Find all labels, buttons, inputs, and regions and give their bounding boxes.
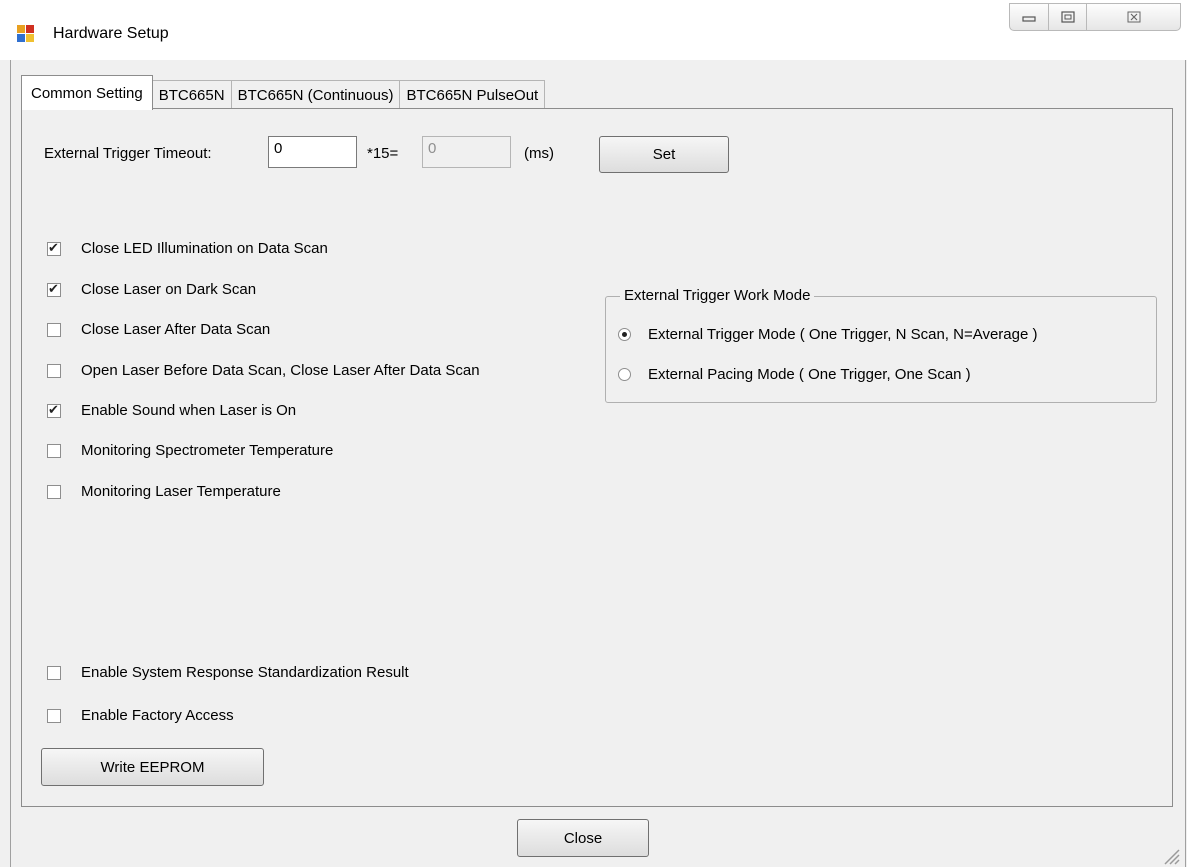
checkbox-monitor-spectrometer-temp[interactable]: Monitoring Spectrometer Temperature	[47, 442, 333, 459]
checkbox-label: Monitoring Laser Temperature	[81, 483, 281, 500]
minimize-button[interactable]	[1009, 3, 1049, 31]
checkbox-box[interactable]	[47, 443, 61, 458]
checkbox-close-laser-dark[interactable]: Close Laser on Dark Scan	[47, 281, 256, 298]
trigger-mode-group-title: External Trigger Work Mode	[620, 287, 815, 304]
write-eeprom-button[interactable]: Write EEPROM	[41, 748, 264, 786]
title-bar[interactable]: Hardware Setup	[0, 0, 1187, 60]
tab-btc665n-pulseout[interactable]: BTC665N PulseOut	[399, 80, 546, 110]
checkbox-close-laser-after[interactable]: Close Laser After Data Scan	[47, 321, 270, 338]
checkbox-monitor-laser-temp[interactable]: Monitoring Laser Temperature	[47, 483, 281, 500]
maximize-icon	[1060, 11, 1075, 23]
radio-external-trigger-mode[interactable]: External Trigger Mode ( One Trigger, N S…	[618, 326, 1038, 343]
checkbox-label: Enable Sound when Laser is On	[81, 402, 297, 419]
trigger-timeout-input[interactable]: 0	[268, 136, 357, 168]
checkbox-box[interactable]	[47, 665, 61, 680]
checkbox-open-laser-before[interactable]: Open Laser Before Data Scan, Close Laser…	[47, 362, 480, 379]
radio-button[interactable]	[618, 328, 631, 341]
trigger-mode-group	[605, 296, 1157, 403]
checkbox-label: Close Laser After Data Scan	[81, 321, 271, 338]
window-border-left	[10, 60, 11, 867]
checkbox-label: Close Laser on Dark Scan	[81, 281, 257, 298]
resize-grip-icon[interactable]	[1160, 845, 1180, 865]
window-title: Hardware Setup	[53, 25, 169, 42]
tab-strip: Common Setting BTC665N BTC665N (Continuo…	[21, 74, 546, 110]
checkbox-label: Open Laser Before Data Scan, Close Laser…	[81, 362, 480, 379]
caption-buttons	[1009, 3, 1181, 33]
checkbox-label: Enable Factory Access	[81, 707, 234, 724]
radio-label: External Pacing Mode ( One Trigger, One …	[648, 366, 971, 383]
close-icon	[1127, 11, 1140, 23]
checkbox-enable-system-response[interactable]: Enable System Response Standardization R…	[47, 664, 409, 681]
minimize-icon	[1022, 16, 1036, 22]
checkbox-box[interactable]	[47, 322, 61, 337]
close-button[interactable]: Close	[517, 819, 649, 857]
radio-label: External Trigger Mode ( One Trigger, N S…	[648, 326, 1038, 343]
checkbox-enable-sound[interactable]: Enable Sound when Laser is On	[47, 402, 296, 419]
tab-common-setting[interactable]: Common Setting	[21, 75, 153, 110]
timeout-unit-label: (ms)	[524, 145, 554, 162]
checkbox-box[interactable]	[47, 708, 61, 723]
tab-btc665n[interactable]: BTC665N	[151, 80, 232, 110]
checkbox-label: Enable System Response Standardization R…	[81, 664, 409, 681]
checkbox-label: Monitoring Spectrometer Temperature	[81, 442, 334, 459]
checkbox-box[interactable]	[47, 402, 61, 418]
trigger-timeout-label: External Trigger Timeout:	[44, 145, 212, 162]
checkbox-box[interactable]	[47, 484, 61, 499]
close-window-button[interactable]	[1087, 3, 1181, 31]
maximize-button[interactable]	[1049, 3, 1087, 31]
checkbox-label: Close LED Illumination on Data Scan	[81, 240, 328, 257]
app-icon	[17, 25, 34, 42]
tab-btc665n-continuous[interactable]: BTC665N (Continuous)	[230, 80, 401, 110]
set-button[interactable]: Set	[599, 136, 729, 173]
window-border-right	[1185, 60, 1186, 867]
checkbox-close-led[interactable]: Close LED Illumination on Data Scan	[47, 240, 328, 257]
hardware-setup-window: Hardware Setup Common Setting BTC665N BT…	[0, 0, 1187, 867]
checkbox-box[interactable]	[47, 240, 61, 256]
radio-button[interactable]	[618, 368, 631, 381]
checkbox-enable-factory-access[interactable]: Enable Factory Access	[47, 707, 234, 724]
timeout-result-field: 0	[422, 136, 511, 168]
radio-external-pacing-mode[interactable]: External Pacing Mode ( One Trigger, One …	[618, 366, 971, 383]
checkbox-box[interactable]	[47, 363, 61, 378]
checkbox-box[interactable]	[47, 281, 61, 297]
multiplier-label: *15=	[367, 145, 399, 162]
